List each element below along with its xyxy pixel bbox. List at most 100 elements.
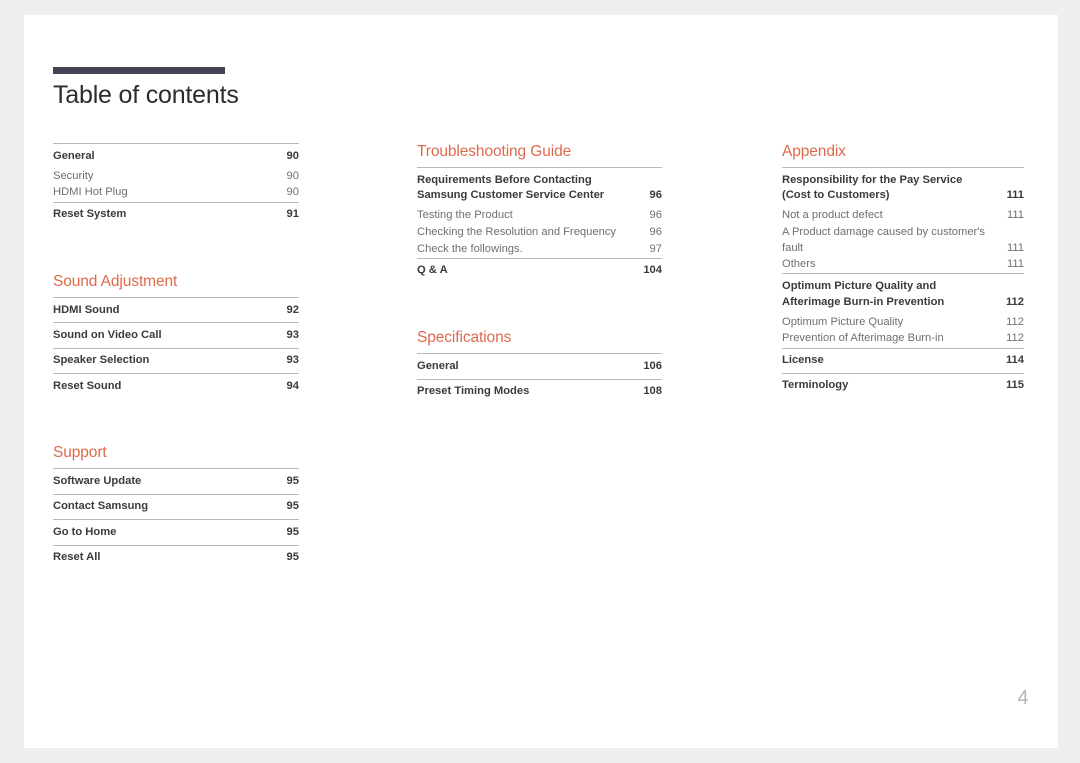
toc-group: Q & A 104 bbox=[417, 257, 662, 283]
toc-group: Sound on Video Call 93 bbox=[53, 322, 299, 347]
page-title: Table of contents bbox=[53, 81, 239, 109]
toc-column-right: Appendix Responsibility for the Pay Servi… bbox=[782, 143, 1024, 398]
toc-group: Requirements Before Contacting Samsung C… bbox=[417, 167, 662, 258]
toc-entry-label: Optimum Picture Quality and Afterimage B… bbox=[782, 279, 945, 308]
toc-group: License 114 bbox=[782, 347, 1024, 373]
toc-entry-page: 108 bbox=[643, 385, 662, 398]
toc-entry-page: 90 bbox=[286, 149, 299, 162]
toc-subentry[interactable]: Prevention of Afterimage Burn-in 112 bbox=[782, 331, 1024, 348]
toc-subentry[interactable]: Optimum Picture Quality 112 bbox=[782, 314, 1024, 331]
toc-group: Responsibility for the Pay Service (Cost… bbox=[782, 167, 1024, 273]
toc-entry[interactable]: Contact Samsung 95 bbox=[53, 495, 299, 519]
toc-group: Terminology 115 bbox=[782, 372, 1024, 398]
toc-entry-label: Not a product defect bbox=[782, 209, 883, 222]
toc-entry[interactable]: License 114 bbox=[782, 349, 1024, 373]
toc-entry-label: Terminology bbox=[782, 379, 849, 392]
toc-subentry[interactable]: Others 111 bbox=[782, 257, 1024, 274]
toc-entry-page: 95 bbox=[286, 551, 299, 564]
toc-group: Contact Samsung 95 bbox=[53, 493, 299, 519]
toc-entry[interactable]: Terminology 115 bbox=[782, 374, 1024, 398]
toc-group: Software Update 95 bbox=[53, 468, 299, 493]
toc-entry-page: 94 bbox=[286, 379, 299, 392]
toc-group: Optimum Picture Quality and Afterimage B… bbox=[782, 273, 1024, 347]
toc-entry-label: Contact Samsung bbox=[53, 500, 149, 513]
toc-entry[interactable]: Software Update 95 bbox=[53, 469, 299, 493]
toc-entry[interactable]: Reset All 95 bbox=[53, 546, 299, 570]
toc-entry[interactable]: Reset System 91 bbox=[53, 203, 299, 227]
toc-subentry[interactable]: Check the followings. 97 bbox=[417, 241, 662, 258]
toc-subentry[interactable]: HDMI Hot Plug 90 bbox=[53, 185, 299, 202]
toc-subentry[interactable]: Testing the Product 96 bbox=[417, 208, 662, 225]
toc-entry-page: 112 bbox=[1005, 295, 1024, 308]
toc-subentry[interactable]: Checking the Resolution and Frequency 96 bbox=[417, 225, 662, 242]
toc-group: Go to Home 95 bbox=[53, 519, 299, 544]
toc-group: Reset Sound 94 bbox=[53, 373, 299, 398]
toc-entry-label: A Product damage caused by customer's fa… bbox=[782, 226, 985, 254]
toc-entry-page: 114 bbox=[1005, 354, 1024, 367]
toc-entry-label: Prevention of Afterimage Burn-in bbox=[782, 332, 944, 345]
toc-entry-page: 93 bbox=[286, 354, 299, 367]
toc-entry[interactable]: Go to Home 95 bbox=[53, 520, 299, 544]
toc-entry-label: Sound on Video Call bbox=[53, 328, 162, 341]
toc-entry-label: License bbox=[782, 354, 824, 367]
toc-entry[interactable]: HDMI Sound 92 bbox=[53, 298, 299, 322]
toc-entry-page: 111 bbox=[1006, 241, 1024, 254]
toc-entry-label: Optimum Picture Quality bbox=[782, 315, 904, 328]
toc-entry[interactable]: General 90 bbox=[53, 144, 299, 168]
toc-entry-label: Responsibility for the Pay Service (Cost… bbox=[782, 173, 963, 202]
toc-entry-page: 91 bbox=[286, 208, 299, 221]
toc-entry-label: General bbox=[53, 149, 95, 162]
title-rule bbox=[53, 67, 225, 74]
toc-column-middle: Troubleshooting Guide Requirements Before… bbox=[417, 143, 662, 404]
toc-entry-page: 104 bbox=[643, 264, 662, 277]
toc-group: General 106 bbox=[417, 353, 662, 378]
toc-entry-label: Reset All bbox=[53, 551, 101, 564]
toc-group: Preset Timing Modes 108 bbox=[417, 378, 662, 404]
toc-subentry[interactable]: Security 90 bbox=[53, 168, 299, 185]
toc-entry[interactable]: General 106 bbox=[417, 354, 662, 378]
toc-entry[interactable]: Responsibility for the Pay Service (Cost… bbox=[782, 168, 1024, 208]
section-heading: Specifications bbox=[417, 329, 512, 347]
toc-entry-page: 90 bbox=[286, 169, 299, 182]
toc-entry-page: 111 bbox=[1006, 189, 1024, 202]
toc-entry-label: Q & A bbox=[417, 264, 448, 277]
toc-group: Reset System 91 bbox=[53, 201, 299, 227]
toc-entry[interactable]: Requirements Before Contacting Samsung C… bbox=[417, 168, 662, 208]
toc-entry-page: 111 bbox=[1006, 209, 1024, 222]
section-heading: Troubleshooting Guide bbox=[417, 143, 572, 160]
toc-entry-page: 90 bbox=[286, 186, 299, 199]
toc-group: Reset All 95 bbox=[53, 544, 299, 570]
toc-entry[interactable]: Q & A 104 bbox=[417, 259, 662, 283]
toc-entry-page: 95 bbox=[286, 500, 299, 513]
toc-entry-page: 96 bbox=[649, 226, 662, 239]
toc-entry-page: 92 bbox=[286, 303, 299, 316]
toc-entry-page: 97 bbox=[649, 242, 662, 255]
toc-entry[interactable]: Sound on Video Call 93 bbox=[53, 323, 299, 347]
section-heading: Support bbox=[53, 444, 107, 462]
toc-entry-page: 112 bbox=[1006, 332, 1024, 345]
toc-entry[interactable]: Preset Timing Modes 108 bbox=[417, 380, 662, 404]
toc-entry[interactable]: Optimum Picture Quality and Afterimage B… bbox=[782, 274, 1024, 314]
toc-group: Speaker Selection 93 bbox=[53, 347, 299, 373]
toc-entry-label: General bbox=[417, 359, 459, 372]
toc-entry-label: Check the followings. bbox=[417, 242, 523, 255]
toc-entry-label: Testing the Product bbox=[417, 209, 513, 222]
toc-entry-label: Go to Home bbox=[53, 525, 117, 538]
toc-entry-label: HDMI Sound bbox=[53, 303, 120, 316]
toc-subentry[interactable]: A Product damage caused by customer's fa… bbox=[782, 225, 1024, 257]
toc-entry[interactable]: Speaker Selection 93 bbox=[53, 349, 299, 373]
toc-entry[interactable]: Reset Sound 94 bbox=[53, 374, 299, 398]
toc-column-left: General 90 Security 90 HDMI Hot Plug 90 Reset … bbox=[53, 143, 299, 570]
toc-entry-page: 93 bbox=[286, 328, 299, 341]
toc-subentry[interactable]: Not a product defect 111 bbox=[782, 208, 1024, 225]
toc-entry-label: Reset System bbox=[53, 208, 127, 221]
toc-entry-label: Software Update bbox=[53, 475, 142, 488]
toc-entry-label: Preset Timing Modes bbox=[417, 385, 530, 398]
toc-entry-label: Requirements Before Contacting Samsung C… bbox=[417, 173, 605, 202]
section-heading: Sound Adjustment bbox=[53, 272, 178, 290]
toc-entry-label: HDMI Hot Plug bbox=[53, 186, 128, 199]
toc-entry-page: 112 bbox=[1006, 315, 1024, 328]
page-number: 4 bbox=[1017, 687, 1029, 709]
